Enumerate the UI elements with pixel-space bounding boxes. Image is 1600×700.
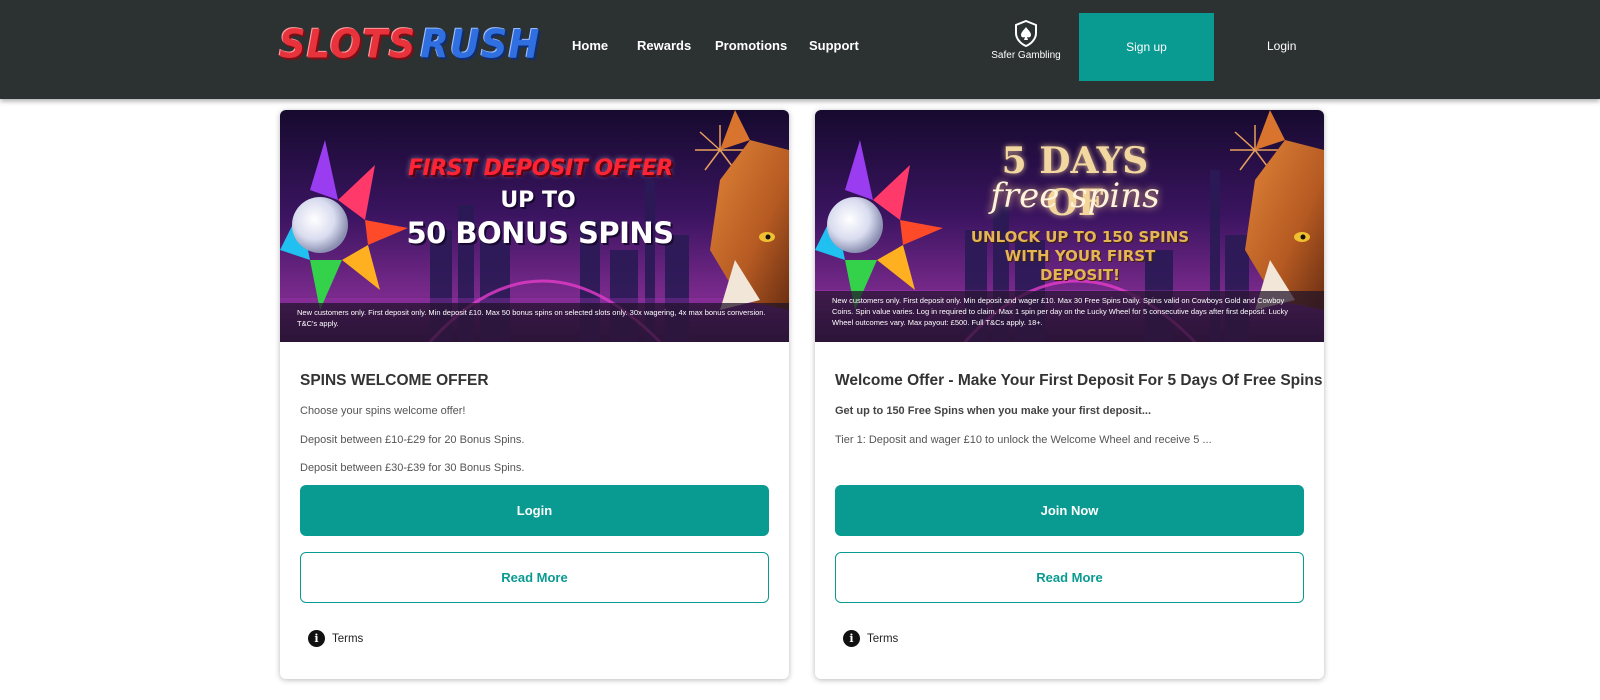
read-more-button[interactable]: Read More (300, 552, 769, 603)
logo-text-rush: RUSH (420, 21, 541, 67)
terms-link[interactable]: i Terms (308, 630, 363, 647)
terms-label: Terms (332, 632, 364, 645)
banner-subheadline: UP TO (500, 188, 576, 213)
banner-terms-text: New customers only. First deposit only. … (280, 303, 789, 342)
banner-subheadline: free spins (990, 176, 1160, 216)
signup-button[interactable]: Sign up (1079, 13, 1214, 81)
banner-terms-text: New customers only. First deposit only. … (815, 291, 1324, 342)
login-button[interactable]: Login (300, 485, 769, 536)
site-header: SLOTS RUSH Home Rewards Promotions Suppo… (0, 0, 1600, 99)
card-title: Welcome Offer - Make Your First Deposit … (835, 372, 1323, 389)
safer-gambling-label: Safer Gambling (991, 50, 1061, 61)
promo-banner-image: 5 DAYS OF free spins UNLOCK UP TO 150 SP… (815, 110, 1324, 342)
join-now-button[interactable]: Join Now (835, 485, 1304, 536)
read-more-button[interactable]: Read More (835, 552, 1304, 603)
banner-offer: UNLOCK UP TO 150 SPINS WITH YOUR FIRST D… (970, 228, 1190, 284)
safer-gambling-link[interactable]: Safer Gambling (988, 20, 1064, 61)
card-title: SPINS WELCOME OFFER (300, 372, 489, 389)
nav-home[interactable]: Home (572, 38, 608, 53)
promo-card-spins-welcome: FIRST DEPOSIT OFFER UP TO 50 BONUS SPINS… (280, 110, 789, 679)
info-icon: i (843, 630, 860, 647)
promo-banner-image: FIRST DEPOSIT OFFER UP TO 50 BONUS SPINS… (280, 110, 789, 342)
nav-support[interactable]: Support (809, 38, 859, 53)
card-paragraph: Tier 1: Deposit and wager £10 to unlock … (835, 434, 1212, 446)
shield-spade-icon (1015, 20, 1037, 47)
site-logo[interactable]: SLOTS RUSH (279, 21, 541, 67)
banner-offer: 50 BONUS SPINS (406, 216, 674, 250)
nav-promotions[interactable]: Promotions (715, 38, 787, 53)
card-paragraph: Deposit between £10-£29 for 20 Bonus Spi… (300, 434, 525, 446)
nav-rewards[interactable]: Rewards (637, 38, 691, 53)
terms-link[interactable]: i Terms (843, 630, 898, 647)
terms-label: Terms (867, 632, 899, 645)
login-link[interactable]: Login (1267, 39, 1296, 53)
card-paragraph: Get up to 150 Free Spins when you make y… (835, 405, 1152, 417)
card-paragraph: Deposit between £30-£39 for 30 Bonus Spi… (300, 462, 525, 474)
promo-card-free-spins: 5 DAYS OF free spins UNLOCK UP TO 150 SP… (815, 110, 1324, 679)
card-paragraph: Choose your spins welcome offer! (300, 405, 466, 417)
info-icon: i (308, 630, 325, 647)
logo-text-slots: SLOTS (279, 21, 417, 67)
banner-headline: FIRST DEPOSIT OFFER (408, 156, 673, 181)
